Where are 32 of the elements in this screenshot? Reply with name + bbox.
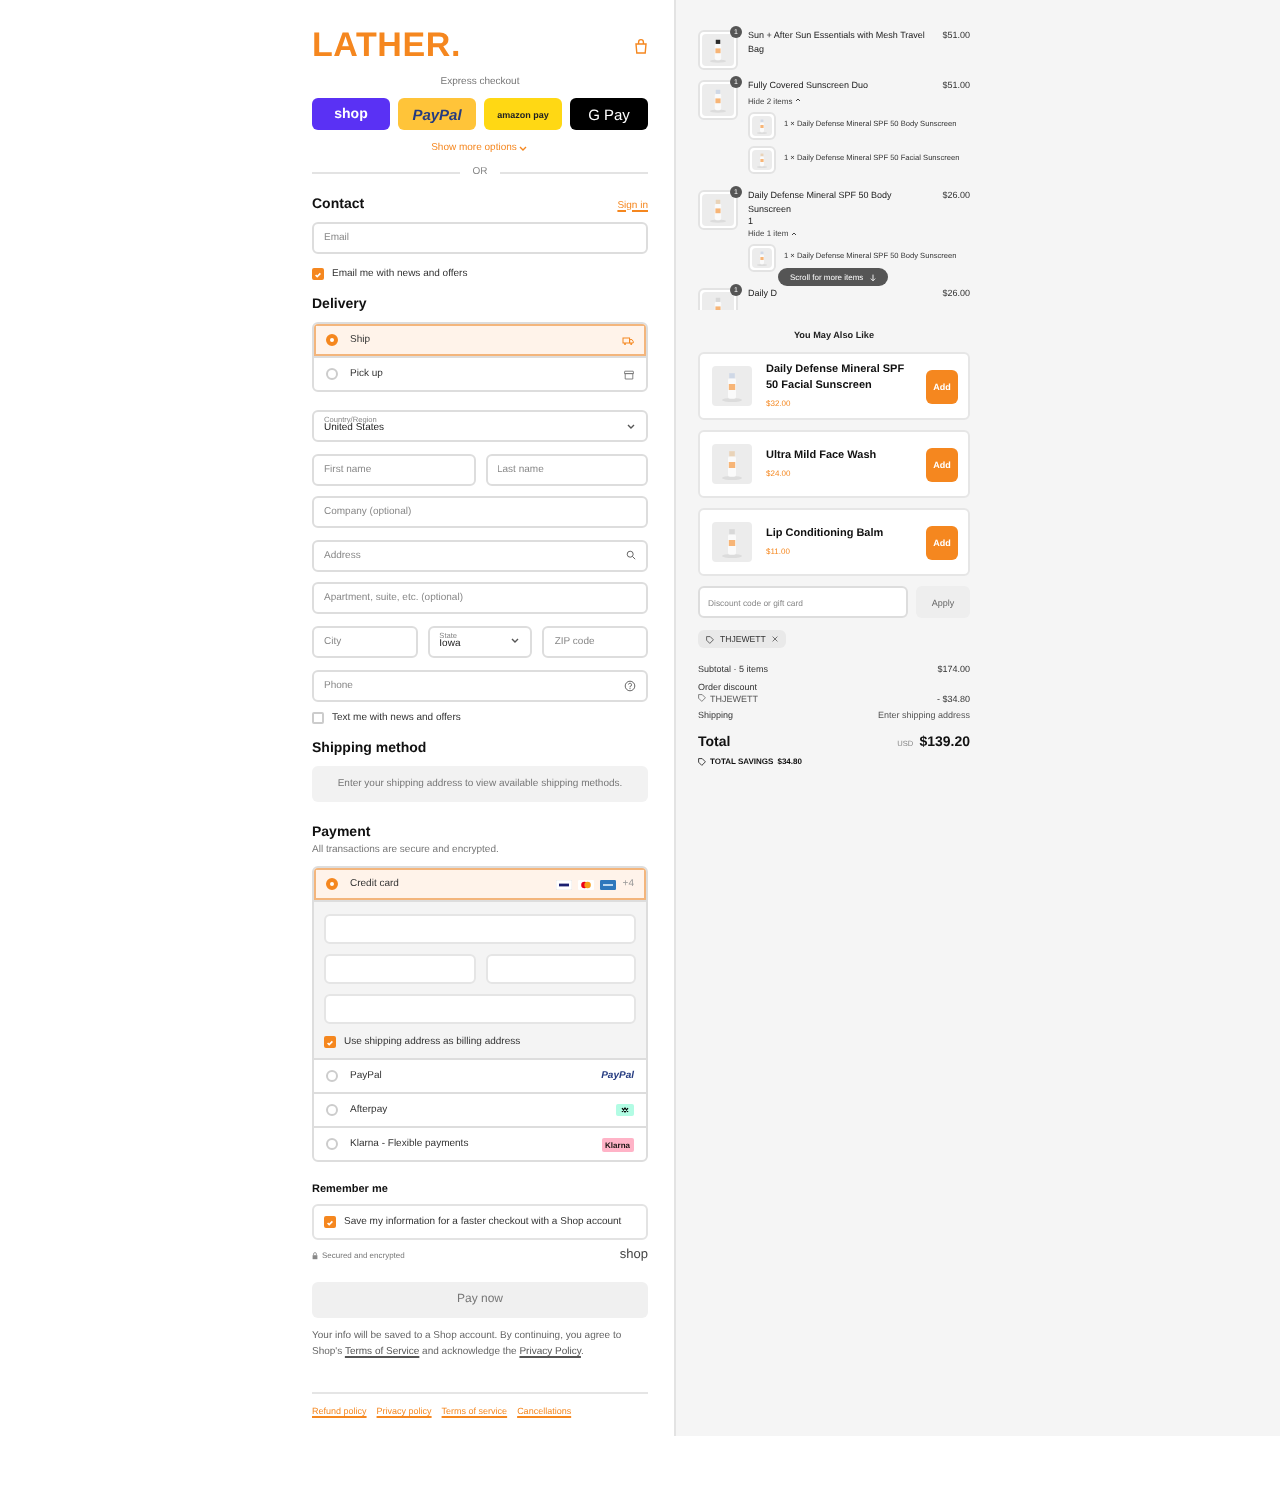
afterpay-icon: [616, 1104, 634, 1117]
radio-button[interactable]: [326, 368, 338, 380]
search-icon: [626, 550, 636, 561]
close-icon[interactable]: [771, 636, 778, 642]
input-field[interactable]: [324, 914, 636, 945]
lock-icon: [312, 1251, 318, 1260]
arrow-down-icon: [869, 273, 876, 281]
checkbox[interactable]: [312, 268, 324, 280]
input-field[interactable]: [324, 954, 475, 985]
checkbox[interactable]: [324, 1216, 336, 1229]
store-icon: [624, 369, 634, 379]
checkbox[interactable]: [312, 712, 324, 725]
radio-button[interactable]: [326, 878, 338, 891]
input-field[interactable]: [324, 994, 636, 1025]
radio-button[interactable]: [326, 1070, 338, 1083]
tag-icon: [698, 757, 706, 765]
card-logo-icon: [600, 879, 617, 890]
caret-icon: [510, 636, 521, 647]
radio-button[interactable]: [326, 334, 338, 346]
card-logo-icon: [578, 879, 595, 890]
help-icon: [624, 679, 636, 692]
truck-icon: [622, 335, 634, 345]
tag-icon: [706, 635, 714, 643]
bag-icon[interactable]: [634, 37, 648, 53]
caret-icon: [518, 143, 529, 153]
radio-button[interactable]: [326, 1138, 338, 1151]
checkbox[interactable]: [324, 1036, 336, 1049]
caret-icon: [626, 421, 636, 431]
tag-icon: [698, 694, 706, 702]
radio-button[interactable]: [326, 1104, 338, 1117]
card-logo-icon: [556, 879, 573, 890]
input-field[interactable]: [485, 954, 636, 985]
